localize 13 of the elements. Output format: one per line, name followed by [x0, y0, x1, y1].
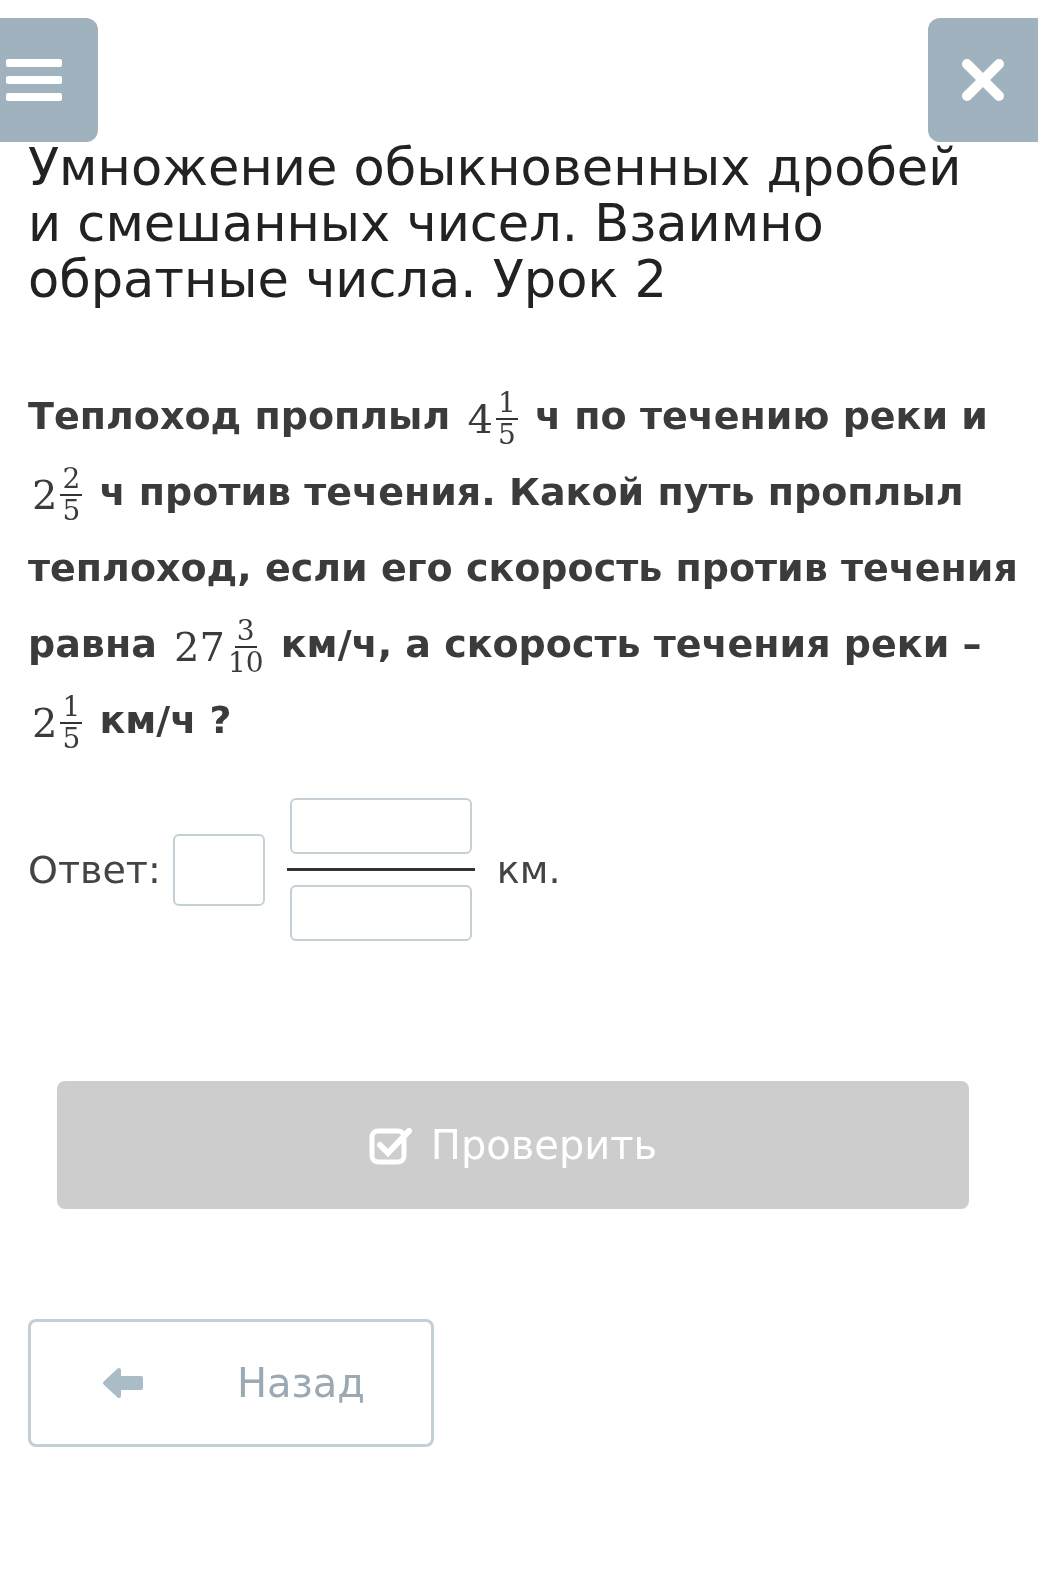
whole-number-field[interactable] [172, 833, 265, 906]
left-arrow-icon [101, 1366, 145, 1400]
answer-label: Ответ: [28, 847, 161, 892]
unit-label: км. [496, 847, 561, 892]
menu-button[interactable] [0, 18, 98, 142]
close-button[interactable] [928, 18, 1038, 142]
denominator-field[interactable] [289, 885, 472, 941]
lesson-title: Умножение обыкновенных дробей и смешанных чисел. Взаимно обратные числа. Урок 2 [28, 140, 963, 308]
numerator-field[interactable] [289, 798, 472, 854]
close-icon [961, 58, 1005, 102]
checkbox-icon [368, 1125, 413, 1165]
menu-icon [6, 57, 62, 103]
back-button[interactable]: Назад [28, 1319, 434, 1447]
